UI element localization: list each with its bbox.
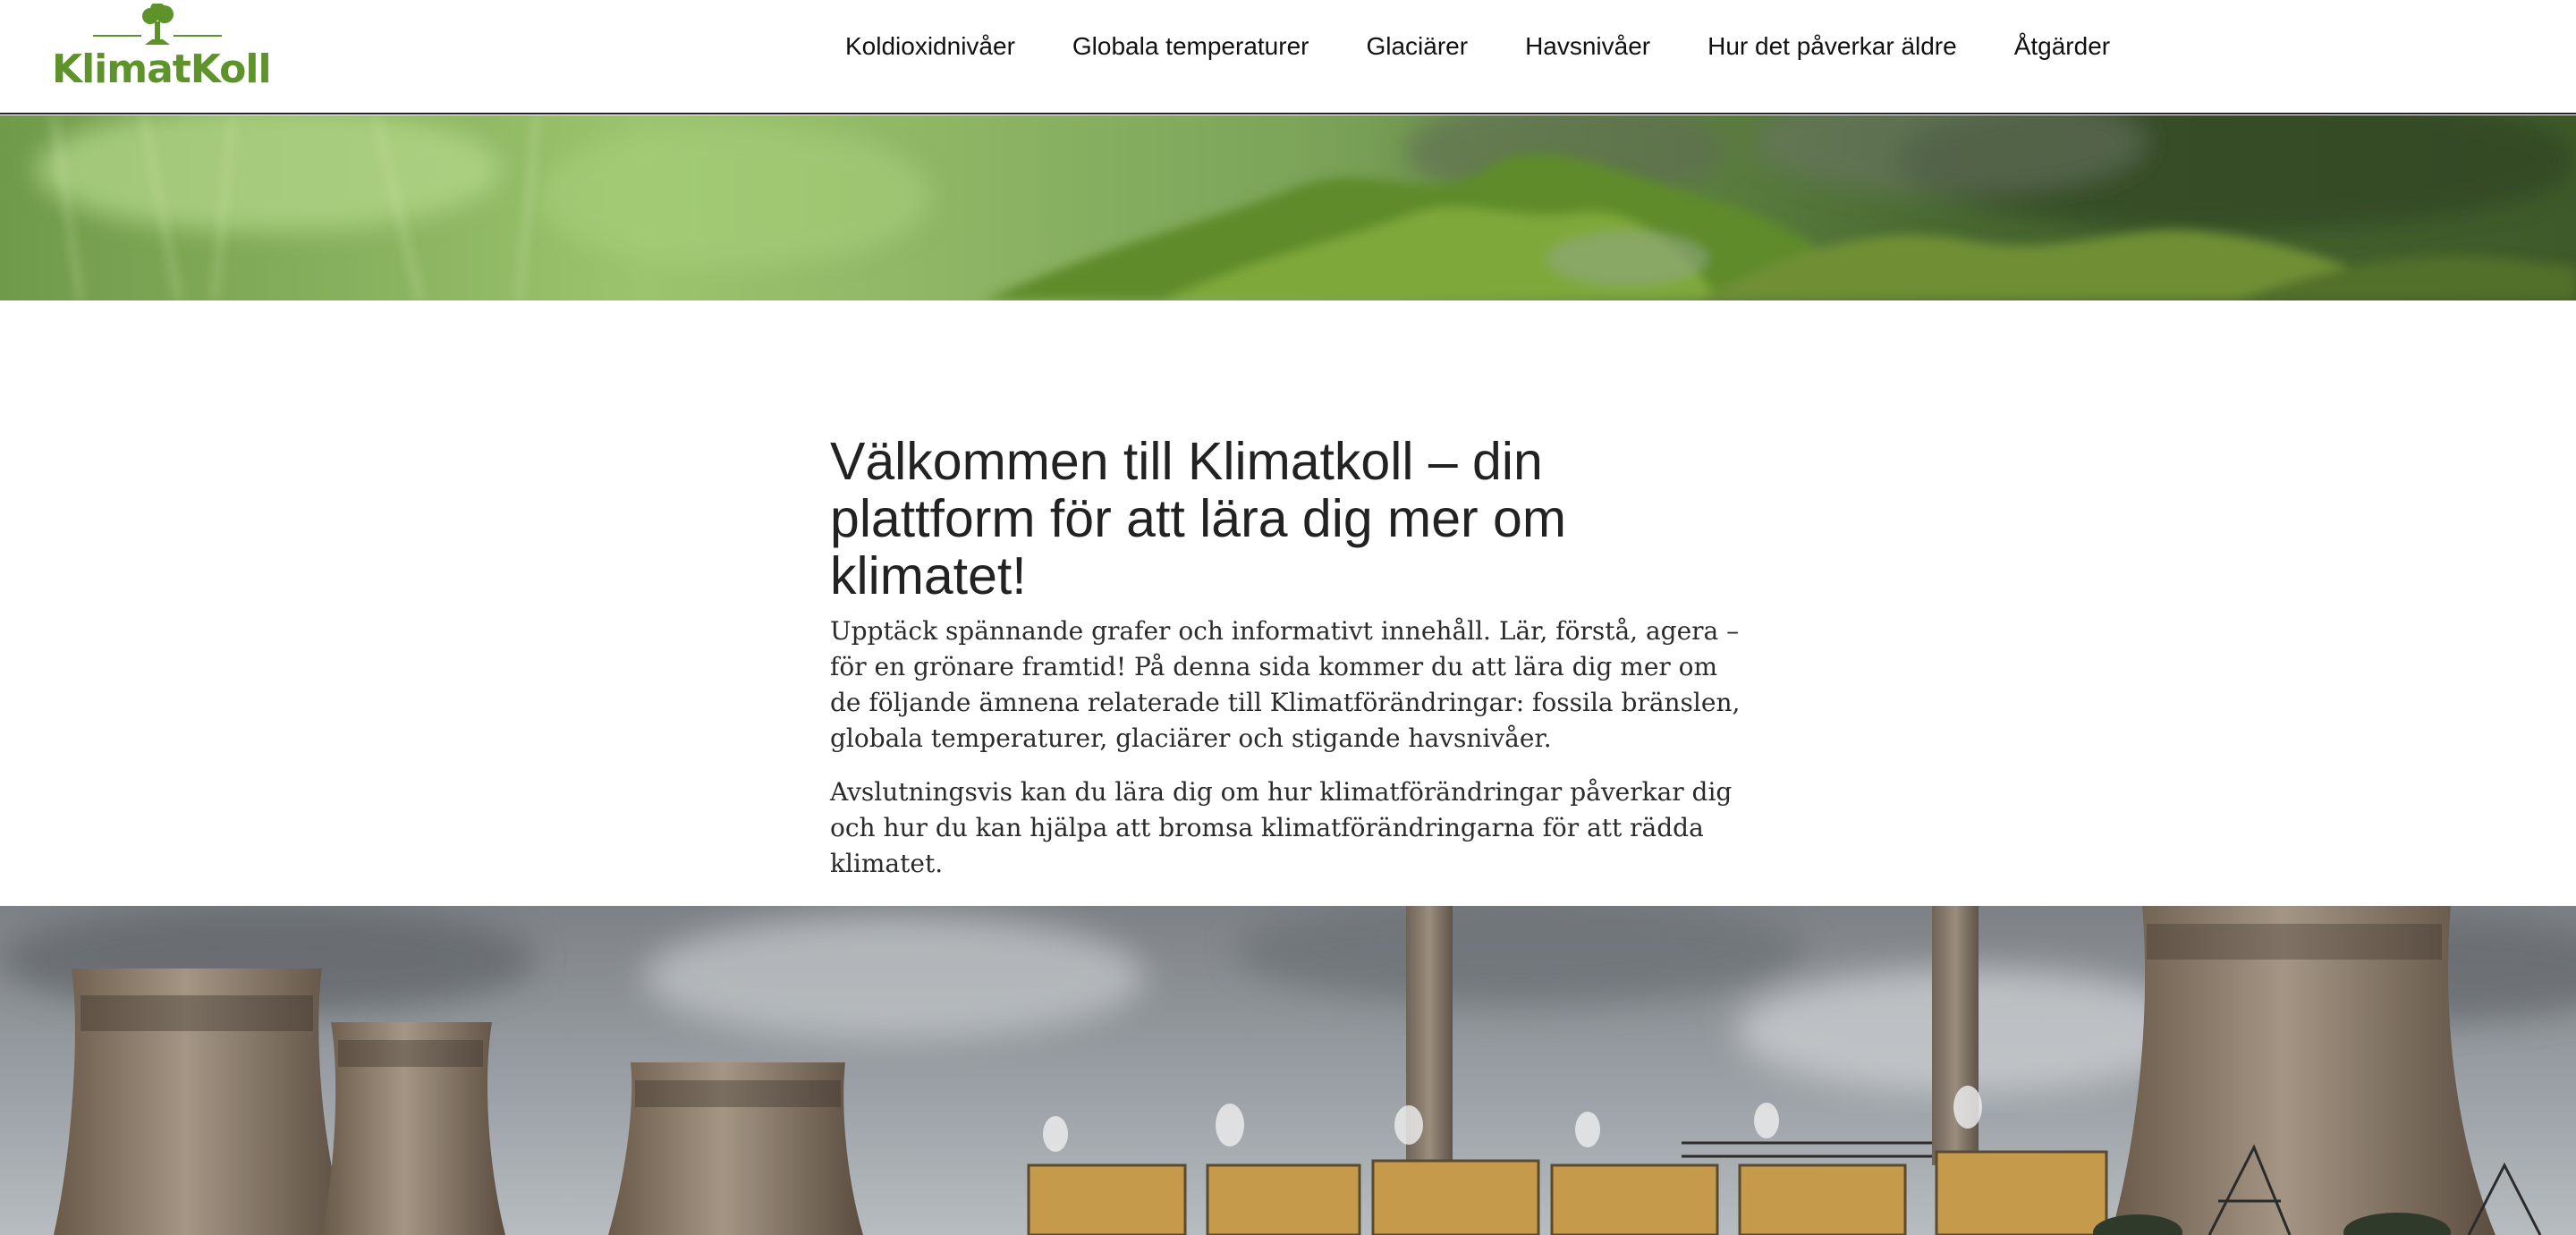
site-header: KlimatKoll Koldioxidnivåer Globala tempe… [0,0,2576,114]
main-nav: Koldioxidnivåer Globala temperaturer Gla… [845,0,2110,93]
nav-item-havsnivaer[interactable]: Havsnivåer [1525,32,1650,61]
hero-power-plant-image [0,906,2576,1235]
conclusion-paragraph: Avslutningsvis kan du lära dig om hur kl… [830,777,1733,878]
main-content: Välkommen till Klimatkoll – din plattfor… [830,433,1751,882]
brand-name: KlimatKoll [52,47,272,92]
intro-paragraph: Upptäck spännande grafer och informativt… [830,616,1741,753]
nav-item-hur-det-paverkar-aldre[interactable]: Hur det påverkar äldre [1707,32,1957,61]
hero-moss-image [0,115,2576,300]
nav-item-atgarder[interactable]: Åtgärder [2014,32,2110,61]
nav-item-glaciarer[interactable]: Glaciärer [1366,32,1468,61]
tree-icon [93,4,222,45]
page-title: Välkommen till Klimatkoll – din plattfor… [830,432,1567,605]
nav-item-globala-temperaturer[interactable]: Globala temperaturer [1072,32,1309,61]
logo[interactable]: KlimatKoll [52,4,272,92]
nav-item-koldioxidnivaer[interactable]: Koldioxidnivåer [845,32,1015,61]
